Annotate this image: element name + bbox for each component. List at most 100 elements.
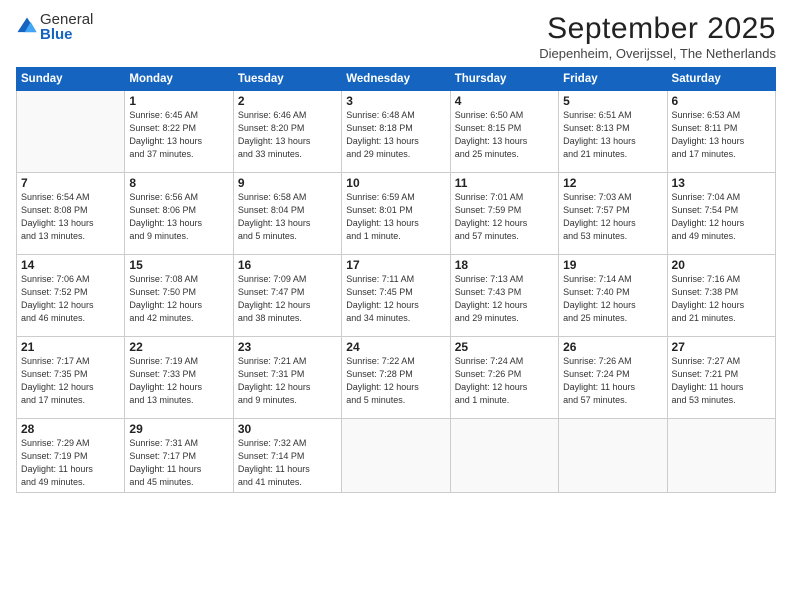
day-number: 18 [455, 258, 554, 272]
day-info: Sunrise: 6:58 AMSunset: 8:04 PMDaylight:… [238, 191, 337, 243]
day-info: Sunrise: 7:32 AMSunset: 7:14 PMDaylight:… [238, 437, 337, 489]
day-number: 2 [238, 94, 337, 108]
table-row: 30Sunrise: 7:32 AMSunset: 7:14 PMDayligh… [233, 419, 341, 493]
logo-icon [16, 16, 38, 38]
day-info: Sunrise: 7:08 AMSunset: 7:50 PMDaylight:… [129, 273, 228, 325]
day-number: 7 [21, 176, 120, 190]
table-row: 10Sunrise: 6:59 AMSunset: 8:01 PMDayligh… [342, 173, 450, 255]
day-number: 3 [346, 94, 445, 108]
day-number: 19 [563, 258, 662, 272]
col-thursday: Thursday [450, 68, 558, 91]
col-saturday: Saturday [667, 68, 775, 91]
table-row: 25Sunrise: 7:24 AMSunset: 7:26 PMDayligh… [450, 337, 558, 419]
day-number: 11 [455, 176, 554, 190]
day-info: Sunrise: 6:50 AMSunset: 8:15 PMDaylight:… [455, 109, 554, 161]
col-friday: Friday [559, 68, 667, 91]
table-row: 8Sunrise: 6:56 AMSunset: 8:06 PMDaylight… [125, 173, 233, 255]
day-number: 4 [455, 94, 554, 108]
day-number: 15 [129, 258, 228, 272]
table-row: 3Sunrise: 6:48 AMSunset: 8:18 PMDaylight… [342, 91, 450, 173]
day-info: Sunrise: 7:21 AMSunset: 7:31 PMDaylight:… [238, 355, 337, 407]
logo-blue-text: Blue [40, 27, 93, 42]
day-number: 20 [672, 258, 771, 272]
table-row: 14Sunrise: 7:06 AMSunset: 7:52 PMDayligh… [17, 255, 125, 337]
day-number: 6 [672, 94, 771, 108]
table-row: 28Sunrise: 7:29 AMSunset: 7:19 PMDayligh… [17, 419, 125, 493]
table-row: 23Sunrise: 7:21 AMSunset: 7:31 PMDayligh… [233, 337, 341, 419]
col-monday: Monday [125, 68, 233, 91]
day-info: Sunrise: 7:03 AMSunset: 7:57 PMDaylight:… [563, 191, 662, 243]
table-row: 4Sunrise: 6:50 AMSunset: 8:15 PMDaylight… [450, 91, 558, 173]
day-number: 5 [563, 94, 662, 108]
table-row [559, 419, 667, 493]
col-wednesday: Wednesday [342, 68, 450, 91]
table-row: 11Sunrise: 7:01 AMSunset: 7:59 PMDayligh… [450, 173, 558, 255]
day-number: 13 [672, 176, 771, 190]
day-number: 25 [455, 340, 554, 354]
table-row: 9Sunrise: 6:58 AMSunset: 8:04 PMDaylight… [233, 173, 341, 255]
day-number: 17 [346, 258, 445, 272]
logo-general-text: General [40, 12, 93, 27]
table-row: 2Sunrise: 6:46 AMSunset: 8:20 PMDaylight… [233, 91, 341, 173]
day-info: Sunrise: 6:48 AMSunset: 8:18 PMDaylight:… [346, 109, 445, 161]
table-row: 17Sunrise: 7:11 AMSunset: 7:45 PMDayligh… [342, 255, 450, 337]
table-row: 15Sunrise: 7:08 AMSunset: 7:50 PMDayligh… [125, 255, 233, 337]
calendar-header-row: Sunday Monday Tuesday Wednesday Thursday… [17, 68, 776, 91]
day-info: Sunrise: 7:24 AMSunset: 7:26 PMDaylight:… [455, 355, 554, 407]
day-number: 8 [129, 176, 228, 190]
col-tuesday: Tuesday [233, 68, 341, 91]
day-number: 30 [238, 422, 337, 436]
day-info: Sunrise: 7:19 AMSunset: 7:33 PMDaylight:… [129, 355, 228, 407]
table-row: 13Sunrise: 7:04 AMSunset: 7:54 PMDayligh… [667, 173, 775, 255]
table-row: 7Sunrise: 6:54 AMSunset: 8:08 PMDaylight… [17, 173, 125, 255]
logo: General Blue [16, 12, 93, 42]
day-number: 1 [129, 94, 228, 108]
day-info: Sunrise: 7:06 AMSunset: 7:52 PMDaylight:… [21, 273, 120, 325]
day-number: 14 [21, 258, 120, 272]
day-info: Sunrise: 7:13 AMSunset: 7:43 PMDaylight:… [455, 273, 554, 325]
table-row [342, 419, 450, 493]
day-number: 9 [238, 176, 337, 190]
table-row: 24Sunrise: 7:22 AMSunset: 7:28 PMDayligh… [342, 337, 450, 419]
day-number: 10 [346, 176, 445, 190]
day-info: Sunrise: 7:26 AMSunset: 7:24 PMDaylight:… [563, 355, 662, 407]
day-number: 16 [238, 258, 337, 272]
day-info: Sunrise: 7:04 AMSunset: 7:54 PMDaylight:… [672, 191, 771, 243]
table-row: 5Sunrise: 6:51 AMSunset: 8:13 PMDaylight… [559, 91, 667, 173]
day-info: Sunrise: 6:46 AMSunset: 8:20 PMDaylight:… [238, 109, 337, 161]
table-row [667, 419, 775, 493]
table-row: 6Sunrise: 6:53 AMSunset: 8:11 PMDaylight… [667, 91, 775, 173]
table-row: 19Sunrise: 7:14 AMSunset: 7:40 PMDayligh… [559, 255, 667, 337]
day-number: 28 [21, 422, 120, 436]
day-info: Sunrise: 7:27 AMSunset: 7:21 PMDaylight:… [672, 355, 771, 407]
table-row [450, 419, 558, 493]
day-info: Sunrise: 7:16 AMSunset: 7:38 PMDaylight:… [672, 273, 771, 325]
day-info: Sunrise: 6:54 AMSunset: 8:08 PMDaylight:… [21, 191, 120, 243]
day-number: 29 [129, 422, 228, 436]
location-subtitle: Diepenheim, Overijssel, The Netherlands [539, 46, 776, 61]
table-row: 12Sunrise: 7:03 AMSunset: 7:57 PMDayligh… [559, 173, 667, 255]
table-row: 18Sunrise: 7:13 AMSunset: 7:43 PMDayligh… [450, 255, 558, 337]
day-info: Sunrise: 7:22 AMSunset: 7:28 PMDaylight:… [346, 355, 445, 407]
day-info: Sunrise: 7:01 AMSunset: 7:59 PMDaylight:… [455, 191, 554, 243]
table-row: 16Sunrise: 7:09 AMSunset: 7:47 PMDayligh… [233, 255, 341, 337]
day-number: 27 [672, 340, 771, 354]
calendar-table: Sunday Monday Tuesday Wednesday Thursday… [16, 67, 776, 493]
table-row: 1Sunrise: 6:45 AMSunset: 8:22 PMDaylight… [125, 91, 233, 173]
page: General Blue September 2025 Diepenheim, … [0, 0, 792, 503]
day-info: Sunrise: 7:11 AMSunset: 7:45 PMDaylight:… [346, 273, 445, 325]
day-info: Sunrise: 7:29 AMSunset: 7:19 PMDaylight:… [21, 437, 120, 489]
day-info: Sunrise: 6:53 AMSunset: 8:11 PMDaylight:… [672, 109, 771, 161]
day-number: 24 [346, 340, 445, 354]
day-info: Sunrise: 7:17 AMSunset: 7:35 PMDaylight:… [21, 355, 120, 407]
day-number: 12 [563, 176, 662, 190]
day-number: 23 [238, 340, 337, 354]
table-row [17, 91, 125, 173]
day-info: Sunrise: 6:56 AMSunset: 8:06 PMDaylight:… [129, 191, 228, 243]
day-info: Sunrise: 7:14 AMSunset: 7:40 PMDaylight:… [563, 273, 662, 325]
day-info: Sunrise: 6:51 AMSunset: 8:13 PMDaylight:… [563, 109, 662, 161]
day-number: 26 [563, 340, 662, 354]
header: General Blue September 2025 Diepenheim, … [16, 12, 776, 61]
day-number: 22 [129, 340, 228, 354]
table-row: 21Sunrise: 7:17 AMSunset: 7:35 PMDayligh… [17, 337, 125, 419]
